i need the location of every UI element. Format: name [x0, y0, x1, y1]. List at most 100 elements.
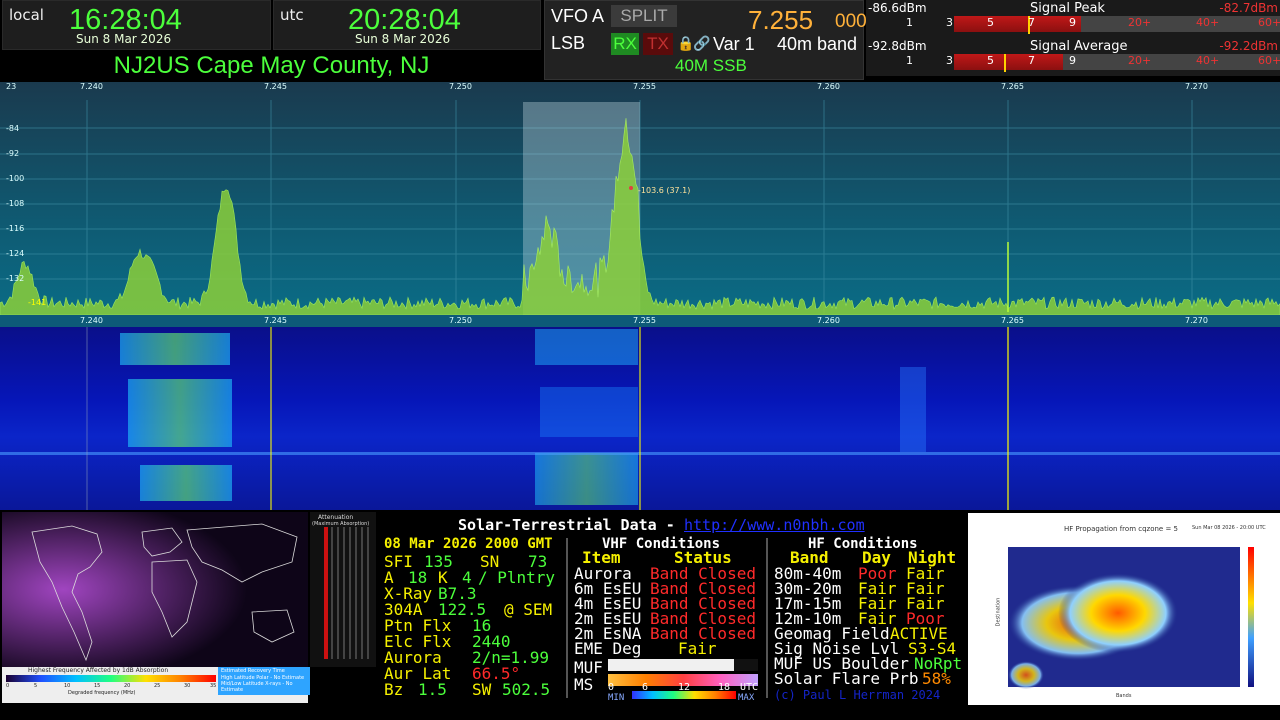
- peak-dbm-left: -86.6dBm: [868, 1, 927, 15]
- meter-fill: [954, 16, 1081, 32]
- db-tick: -124: [6, 249, 25, 258]
- freq-tick: 7.265: [1001, 316, 1024, 325]
- freq-tick: 7.250: [449, 82, 472, 91]
- meter-tick: 20+: [1128, 54, 1152, 67]
- recovery-box: Estimated Recovery Time High Latitude Po…: [218, 667, 310, 695]
- meter-tick: 40+: [1196, 54, 1220, 67]
- signal-peak-meter: -86.6dBm Signal Peak -82.7dBm 1 3 5 7 9 …: [866, 0, 1280, 38]
- tx-button[interactable]: TX: [643, 33, 673, 55]
- ms-scale-bar: [632, 691, 736, 699]
- legend-tick: 35: [210, 683, 217, 689]
- flare-label: Solar Flare Prb: [774, 669, 919, 688]
- peak-marker-label: -103.6 (37.1): [638, 186, 691, 195]
- freq-tick: 7.265: [1001, 82, 1024, 91]
- legend-tick: 15: [94, 683, 101, 689]
- prop-ylabel: Destination: [995, 597, 1002, 627]
- max-label: MAX: [738, 693, 755, 703]
- band-selector[interactable]: 40m band: [777, 34, 857, 55]
- avg-title: Signal Average: [1030, 39, 1128, 54]
- flare-value: 58%: [922, 669, 951, 688]
- db-tick: -132: [6, 274, 25, 283]
- local-label: local: [9, 6, 44, 24]
- ms-label: MS: [574, 675, 594, 694]
- freq-tick: 7.260: [817, 82, 840, 91]
- local-date: Sun 8 Mar 2026: [76, 32, 172, 46]
- meter-tick: 60+: [1258, 54, 1280, 67]
- vfo-frequency-hz[interactable]: 000: [835, 11, 867, 33]
- waterfall-display[interactable]: [0, 327, 1280, 510]
- meter-indicator: [1004, 54, 1006, 72]
- utc-label: utc: [280, 6, 304, 24]
- mode-selector[interactable]: LSB: [551, 33, 585, 54]
- legend-tick: 10: [64, 683, 71, 689]
- muf-label: MUF: [574, 658, 603, 677]
- db-tick: 23: [6, 82, 17, 91]
- freq-tick: 7.255: [633, 82, 656, 91]
- meter-tick: 20+: [1128, 16, 1152, 29]
- signal-average-meter: -92.8dBm Signal Average -92.2dBm 1 3 5 7…: [866, 38, 1280, 76]
- freq-tick: 7.250: [449, 316, 472, 325]
- peak-title: Signal Peak: [1030, 1, 1105, 16]
- legend-tick: 20: [124, 683, 131, 689]
- hf-propagation-panel: HF Propagation from cqzone = 5 Sun Mar 0…: [968, 513, 1280, 705]
- lock-icon[interactable]: 🔒: [677, 35, 694, 52]
- db-tick: -92: [6, 149, 20, 158]
- freq-tick: 7.240: [80, 82, 103, 91]
- atten-title: Attenuation: [318, 514, 354, 521]
- freq-tick: 7.245: [264, 316, 287, 325]
- frequency-scale[interactable]: 7.240 7.245 7.250 7.255 7.260 7.265 7.27…: [0, 315, 1280, 327]
- freq-tick: 7.245: [264, 82, 287, 91]
- freq-tick: 7.240: [80, 316, 103, 325]
- meter-tick: 7: [1028, 16, 1035, 29]
- meter-tick: 7: [1028, 54, 1035, 67]
- bz-value: 1.5: [418, 680, 447, 699]
- prop-xlabel: Bands: [1116, 693, 1132, 699]
- legend-tick: 0: [6, 683, 10, 689]
- solar-terrestrial-panel: Solar-Terrestrial Data - http://www.n0nb…: [378, 514, 966, 703]
- column-divider: [566, 538, 568, 698]
- solar-date: 08 Mar 2026 2000 GMT: [384, 536, 553, 552]
- meter-fill: [954, 54, 1063, 70]
- rx-button[interactable]: RX: [611, 33, 639, 55]
- freq-tick: 7.270: [1185, 82, 1208, 91]
- legend-tick: 5: [34, 683, 38, 689]
- bz-label: Bz: [384, 680, 404, 699]
- var-selector[interactable]: Var 1: [713, 34, 755, 55]
- freq-tick: 7.260: [817, 316, 840, 325]
- db-tick: -84: [6, 124, 20, 133]
- db-tick: -141: [28, 298, 47, 307]
- meter-tick: 5: [987, 54, 994, 67]
- legend-tick: 30: [184, 683, 191, 689]
- solar-title: Solar-Terrestrial Data -: [458, 516, 675, 534]
- local-clock-panel: local 16:28:04 Sun 8 Mar 2026: [2, 0, 271, 50]
- absorption-map: [2, 512, 308, 667]
- utc-clock-panel: utc 20:28:04 Sun 8 Mar 2026: [273, 0, 541, 50]
- meter-tick: 3: [946, 54, 953, 67]
- meter-tick: 60+: [1258, 16, 1280, 29]
- meter-tick: 40+: [1196, 16, 1220, 29]
- muf-bar: [608, 659, 758, 671]
- station-name: NJ2US Cape May County, NJ: [0, 50, 543, 82]
- meter-tick: 1: [906, 54, 913, 67]
- legend-colorbar: [6, 675, 216, 682]
- min-label: MIN: [608, 693, 625, 703]
- copyright: (c) Paul L Herrman 2024: [774, 688, 941, 702]
- band-mode-label: 40M SSB: [675, 56, 747, 75]
- vfo-frequency[interactable]: 7.255: [748, 5, 813, 36]
- freq-tick: 7.270: [1185, 316, 1208, 325]
- sw-value: 502.5: [502, 680, 551, 699]
- split-button[interactable]: SPLIT: [611, 5, 677, 27]
- spectrum-display[interactable]: 7.240 7.245 7.250 7.255 7.260 7.265 7.27…: [0, 82, 1280, 315]
- peak-dbm-right: -82.7dBm: [1219, 1, 1278, 15]
- meter-tick: 1: [906, 16, 913, 29]
- vfo-selector[interactable]: VFO A: [551, 6, 604, 27]
- db-tick: -108: [6, 199, 25, 208]
- solar-url-link[interactable]: http://www.n0nbh.com: [684, 516, 865, 534]
- sw-label: SW: [472, 680, 492, 699]
- link-icon[interactable]: 🔗: [693, 35, 710, 52]
- recovery-title: Estimated Recovery Time: [221, 668, 285, 674]
- meter-tick: 9: [1069, 16, 1076, 29]
- vfo-panel: VFO A SPLIT 7.255 000 LSB RX TX 🔒 🔗 Var …: [544, 0, 867, 80]
- avg-dbm-right: -92.2dBm: [1219, 39, 1278, 53]
- utc-date: Sun 8 Mar 2026: [355, 32, 451, 46]
